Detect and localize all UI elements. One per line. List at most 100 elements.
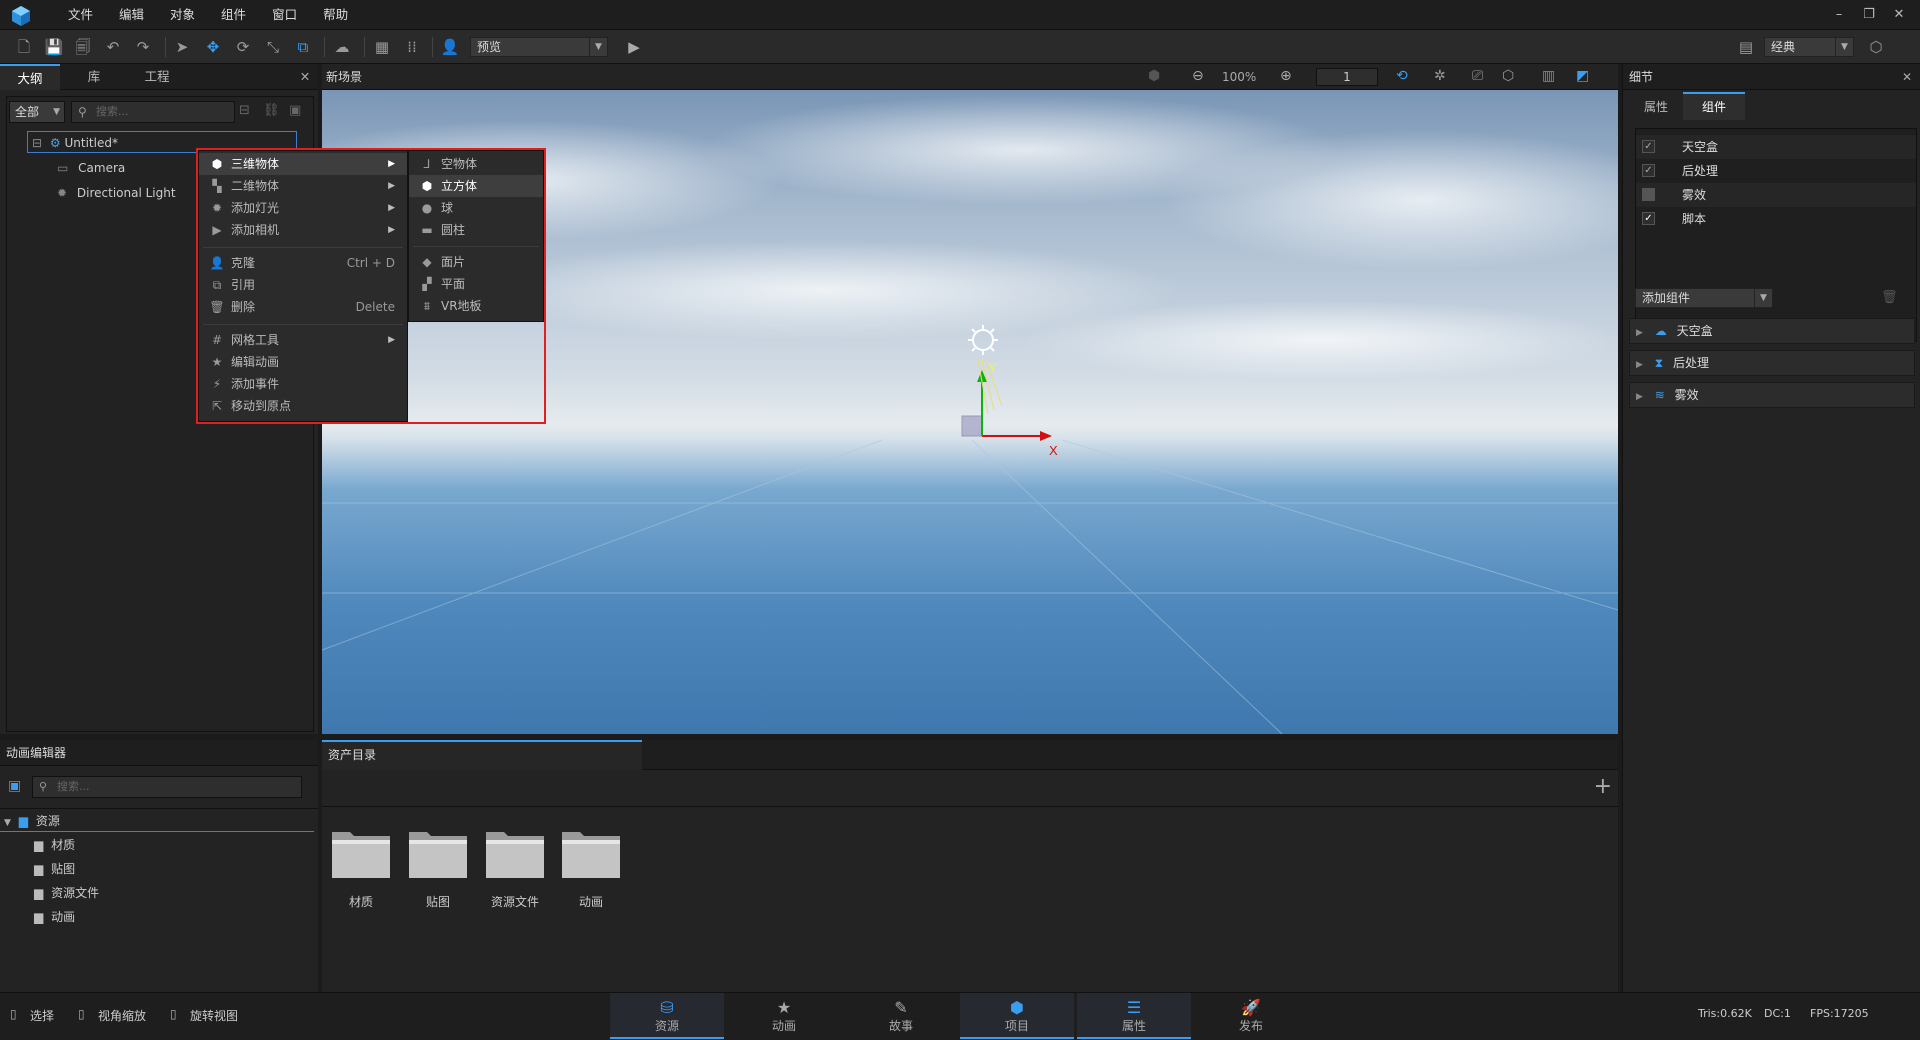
tool-rotate[interactable]: 旋转视图	[190, 1007, 238, 1024]
bottom-tab-animation[interactable]: ★ 动画	[727, 993, 841, 1039]
filter-dropdown[interactable]: 全部 ▼	[9, 101, 65, 123]
menu-file[interactable]: 文件	[55, 0, 106, 30]
component-label: 后处理	[1682, 164, 1719, 178]
tab-asset-directory[interactable]: 资产目录	[322, 740, 642, 770]
component-postprocess[interactable]: ✓ 后处理	[1636, 159, 1916, 183]
tree-item-label: Directional Light	[76, 186, 176, 200]
search-placeholder: 搜索...	[57, 780, 90, 793]
tab-project[interactable]: 工程	[126, 64, 188, 90]
link-icon[interactable]: ⛓	[263, 103, 280, 118]
checkbox-unchecked-icon[interactable]	[1642, 188, 1655, 201]
bottom-tab-assets[interactable]: ⛁ 资源	[610, 993, 724, 1039]
preview-mode-dropdown[interactable]: 预览 ▼	[470, 37, 608, 57]
preview-user-icon[interactable]: 👤	[440, 37, 460, 57]
tab-components[interactable]: 组件	[1683, 92, 1745, 120]
bottom-tab-publish[interactable]: 🚀 发布	[1194, 993, 1308, 1039]
tree-root-assets[interactable]: ▼ ▆ 资源	[0, 810, 314, 832]
undo-icon[interactable]: ↶	[103, 37, 123, 57]
section-skybox[interactable]: ▶ ☁ 天空盒	[1629, 318, 1915, 344]
tool-zoom[interactable]: 视角缩放	[98, 1007, 146, 1024]
tab-label: 故事	[888, 1019, 913, 1033]
gizmo-settings-icon[interactable]: ✲	[1434, 68, 1446, 84]
tab-library[interactable]: 库	[64, 64, 124, 90]
section-postprocess[interactable]: ▶ ⧗ 后处理	[1629, 350, 1915, 376]
tab-outline[interactable]: 大纲	[0, 64, 60, 90]
tree-item-textures[interactable]: ▆ 贴图	[34, 858, 75, 880]
hourglass-icon: ⧗	[1654, 356, 1664, 370]
speed-input[interactable]: 1	[1316, 68, 1378, 86]
rotate-tool-icon[interactable]: ⟳	[233, 37, 253, 57]
grid-icon[interactable]: ▦	[372, 37, 392, 57]
section-fog[interactable]: ▶ ≋ 雾效	[1629, 382, 1915, 408]
select-arrow-icon[interactable]: ➤	[172, 37, 192, 57]
tree-item-animations[interactable]: ▆ 动画	[34, 906, 75, 928]
settings-hex-icon[interactable]: ⬡	[1866, 37, 1886, 57]
snap-grid-icon[interactable]: ⁞⁞	[402, 37, 422, 57]
component-label: 雾效	[1682, 188, 1707, 202]
tree-item-camera[interactable]: ▭ Camera	[57, 157, 125, 179]
component-script[interactable]: ✓ 脚本	[1636, 207, 1916, 231]
restore-icon[interactable]: ❐	[1854, 0, 1884, 30]
add-icon[interactable]: +	[1594, 774, 1612, 799]
component-list: ✓ 天空盒 ✓ 后处理 雾效 ✓ 脚本	[1635, 128, 1917, 342]
redo-icon[interactable]: ↷	[133, 37, 153, 57]
wand-icon: ✎	[894, 998, 908, 1017]
close-window-icon[interactable]: ✕	[1884, 0, 1914, 30]
collapse-box-icon: ⊟	[32, 136, 43, 150]
checkbox-checked-icon[interactable]: ✓	[1642, 164, 1655, 177]
lock-icon[interactable]: ▣	[289, 103, 301, 118]
cube-view-icon[interactable]: ⬡	[1502, 68, 1514, 84]
zoom-in-icon[interactable]: ⊕	[1280, 68, 1292, 84]
collapse-icon[interactable]: ⊟	[239, 103, 250, 118]
local-space-icon[interactable]: ⧉	[293, 37, 313, 57]
cloud-sync-icon[interactable]: ☁	[332, 37, 352, 57]
checkbox-checked-icon[interactable]: ✓	[1642, 212, 1655, 225]
close-icon[interactable]: ✕	[294, 64, 316, 90]
menu-window[interactable]: 窗口	[259, 0, 310, 30]
new-file-icon[interactable]: 🗋	[14, 37, 34, 57]
folder-textures[interactable]: 贴图	[407, 826, 469, 910]
tool-select[interactable]: 选择	[30, 1007, 54, 1024]
perspective-icon[interactable]: ▥	[1542, 68, 1555, 84]
scale-tool-icon[interactable]: ⤡	[263, 37, 283, 57]
minimize-icon[interactable]: –	[1824, 0, 1854, 30]
layout-mode-dropdown[interactable]: 经典 ▼	[1764, 37, 1854, 57]
shading-icon[interactable]: ⬢	[1148, 68, 1160, 84]
menu-component[interactable]: 组件	[208, 0, 259, 30]
folder-materials[interactable]: 材质	[330, 826, 392, 910]
bottom-tab-project[interactable]: ⬢ 项目	[960, 993, 1074, 1039]
tab-properties[interactable]: 属性	[1629, 94, 1683, 120]
trash-icon[interactable]: 🗑	[1881, 290, 1898, 305]
checkbox-checked-icon[interactable]: ✓	[1642, 140, 1655, 153]
fullscreen-icon[interactable]: ◩	[1576, 68, 1589, 84]
save-all-icon[interactable]: 🗐	[73, 37, 93, 57]
tree-item-light[interactable]: ✹ Directional Light	[57, 182, 176, 204]
save-icon[interactable]: 💾	[44, 37, 64, 57]
folder-animations[interactable]: 动画	[560, 826, 622, 910]
menu-object[interactable]: 对象	[157, 0, 208, 30]
folder-icon: ▆	[34, 910, 44, 924]
menu-edit[interactable]: 编辑	[106, 0, 157, 30]
chevron-down-icon: ▼	[589, 38, 607, 56]
fog-icon: ≋	[1654, 388, 1665, 402]
play-icon[interactable]: ▶	[624, 37, 644, 57]
anim-search-input[interactable]: ⚲ 搜索...	[32, 776, 302, 798]
menu-help[interactable]: 帮助	[310, 0, 361, 30]
component-skybox[interactable]: ✓ 天空盒	[1636, 135, 1916, 159]
folder-resource-files[interactable]: 资源文件	[484, 826, 546, 910]
camera-view-icon[interactable]: ⎚	[1472, 68, 1483, 84]
expand-arrow-icon: ▼	[4, 818, 11, 828]
bottom-tab-properties[interactable]: ☰ 属性	[1077, 993, 1191, 1039]
outline-search-input[interactable]: ⚲ 搜索...	[71, 101, 235, 123]
close-icon[interactable]: ✕	[1902, 64, 1912, 90]
component-fog[interactable]: 雾效	[1636, 183, 1916, 207]
zoom-out-icon[interactable]: ⊖	[1192, 68, 1204, 84]
move-tool-icon[interactable]: ✥	[203, 37, 223, 57]
add-component-dropdown[interactable]: 添加组件 ▼	[1635, 288, 1773, 308]
layout-icon[interactable]: ▤	[1736, 37, 1756, 57]
bottom-tab-story[interactable]: ✎ 故事	[844, 993, 958, 1039]
panel-toggle-icon[interactable]: ▣	[8, 778, 21, 794]
orbit-icon[interactable]: ⟲	[1396, 68, 1408, 84]
tree-item-resource-files[interactable]: ▆ 资源文件	[34, 882, 99, 904]
tree-item-materials[interactable]: ▆ 材质	[34, 834, 75, 856]
